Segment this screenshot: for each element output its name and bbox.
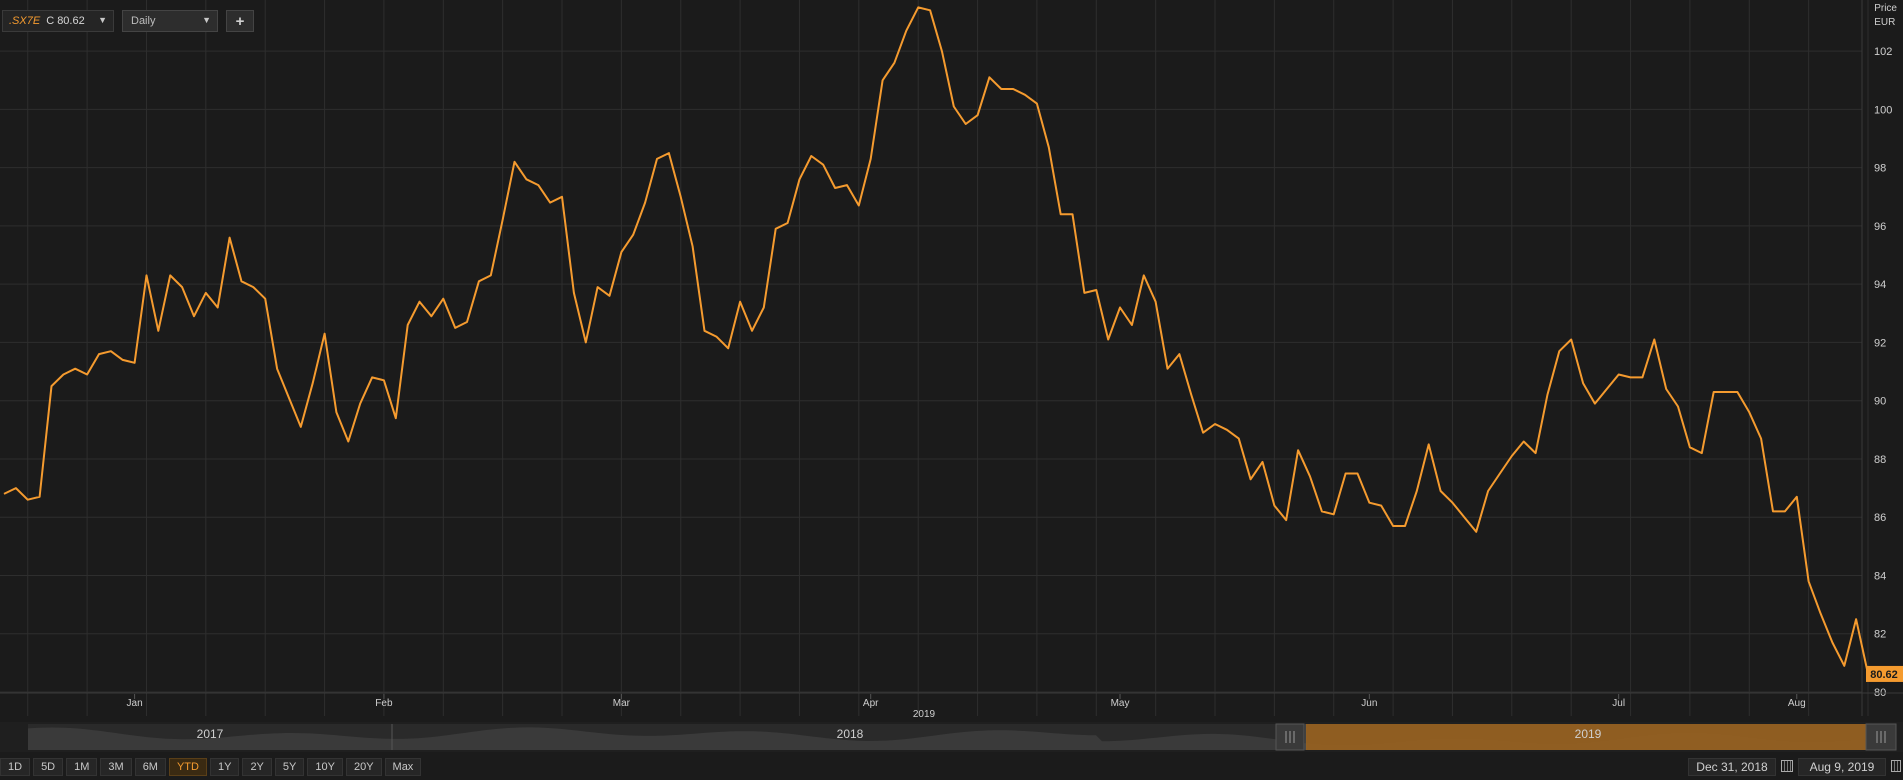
y-tick-label: 96 bbox=[1874, 221, 1886, 233]
calendar-icon[interactable] bbox=[1781, 760, 1793, 772]
range-button-3m[interactable]: 3M bbox=[100, 758, 132, 776]
navigator-year-label: 2017 bbox=[197, 727, 224, 741]
axis-unit-currency: EUR bbox=[1874, 17, 1896, 28]
ticker-close-value: C 80.62 bbox=[46, 15, 85, 27]
y-tick-label: 82 bbox=[1874, 629, 1886, 641]
y-tick-label: 88 bbox=[1874, 454, 1886, 466]
calendar-icon[interactable] bbox=[1891, 760, 1901, 772]
last-price-label: 80.62 bbox=[1870, 669, 1898, 681]
chevron-down-icon[interactable]: ▼ bbox=[202, 15, 211, 25]
chart-toolbar: .SX7E C 80.62 ▼ Daily ▼ + bbox=[0, 8, 254, 34]
range-button-5y[interactable]: 5Y bbox=[274, 758, 305, 776]
axis-unit-price: Price bbox=[1874, 3, 1897, 14]
x-tick-label: Jul bbox=[1612, 698, 1625, 709]
y-tick-label: 84 bbox=[1874, 570, 1886, 582]
ticker-selector[interactable]: .SX7E C 80.62 ▼ bbox=[2, 10, 114, 32]
x-axis-year-label: 2019 bbox=[913, 709, 936, 720]
price-chart[interactable]: 80828486889092949698100102Jan Feb Mar Apr Ma… bbox=[0, 0, 1903, 756]
range-button-6m[interactable]: 6M bbox=[134, 758, 166, 776]
interval-selector[interactable]: Daily ▼ bbox=[122, 10, 218, 32]
interval-label: Daily bbox=[131, 15, 156, 27]
x-tick-label: Jan bbox=[127, 698, 143, 709]
x-tick-label: Mar bbox=[613, 698, 631, 709]
range-button-1y[interactable]: 1Y bbox=[209, 758, 240, 776]
range-button-2y[interactable]: 2Y bbox=[242, 758, 272, 776]
x-tick-label: Feb bbox=[375, 698, 393, 709]
y-tick-label: 92 bbox=[1874, 337, 1886, 349]
range-button-10y[interactable]: 10Y bbox=[307, 758, 343, 776]
range-buttons: 1D 5D 1M 3M 6M YTD 1Y 2Y 5Y 10Y 20Y Max bbox=[0, 758, 424, 776]
chevron-down-icon[interactable]: ▼ bbox=[98, 15, 107, 25]
x-tick-label: Jun bbox=[1361, 698, 1377, 709]
range-button-max[interactable]: Max bbox=[384, 758, 422, 776]
x-tick-label: May bbox=[1111, 698, 1130, 709]
y-tick-label: 94 bbox=[1874, 279, 1886, 291]
y-tick-label: 102 bbox=[1874, 46, 1892, 58]
range-button-5d[interactable]: 5D bbox=[33, 758, 64, 776]
ticker-symbol: .SX7E bbox=[9, 15, 41, 27]
navigator-year-label: 2019 bbox=[1575, 727, 1602, 741]
range-button-20y[interactable]: 20Y bbox=[345, 758, 382, 776]
axis-unit-label: Price EUR bbox=[1874, 2, 1897, 30]
y-tick-label: 90 bbox=[1874, 396, 1886, 408]
y-tick-label: 100 bbox=[1874, 104, 1892, 116]
x-tick-label: Apr bbox=[863, 698, 879, 709]
chart-background bbox=[0, 0, 1903, 756]
range-button-ytd[interactable]: YTD bbox=[168, 758, 207, 776]
range-bar: 1D 5D 1M 3M 6M YTD 1Y 2Y 5Y 10Y 20Y Max Dec 31, 201… bbox=[0, 756, 1903, 778]
date-to-field[interactable]: Aug 9, 2019 bbox=[1798, 758, 1886, 776]
navigator-year-label: 2018 bbox=[837, 727, 864, 741]
add-series-button[interactable]: + bbox=[226, 10, 254, 32]
date-from-field[interactable]: Dec 31, 2018 bbox=[1688, 758, 1776, 776]
range-button-1d[interactable]: 1D bbox=[0, 758, 31, 776]
range-button-1m[interactable]: 1M bbox=[66, 758, 98, 776]
x-tick-label: Aug bbox=[1788, 698, 1806, 709]
y-tick-label: 86 bbox=[1874, 512, 1886, 524]
y-tick-label: 98 bbox=[1874, 163, 1886, 175]
